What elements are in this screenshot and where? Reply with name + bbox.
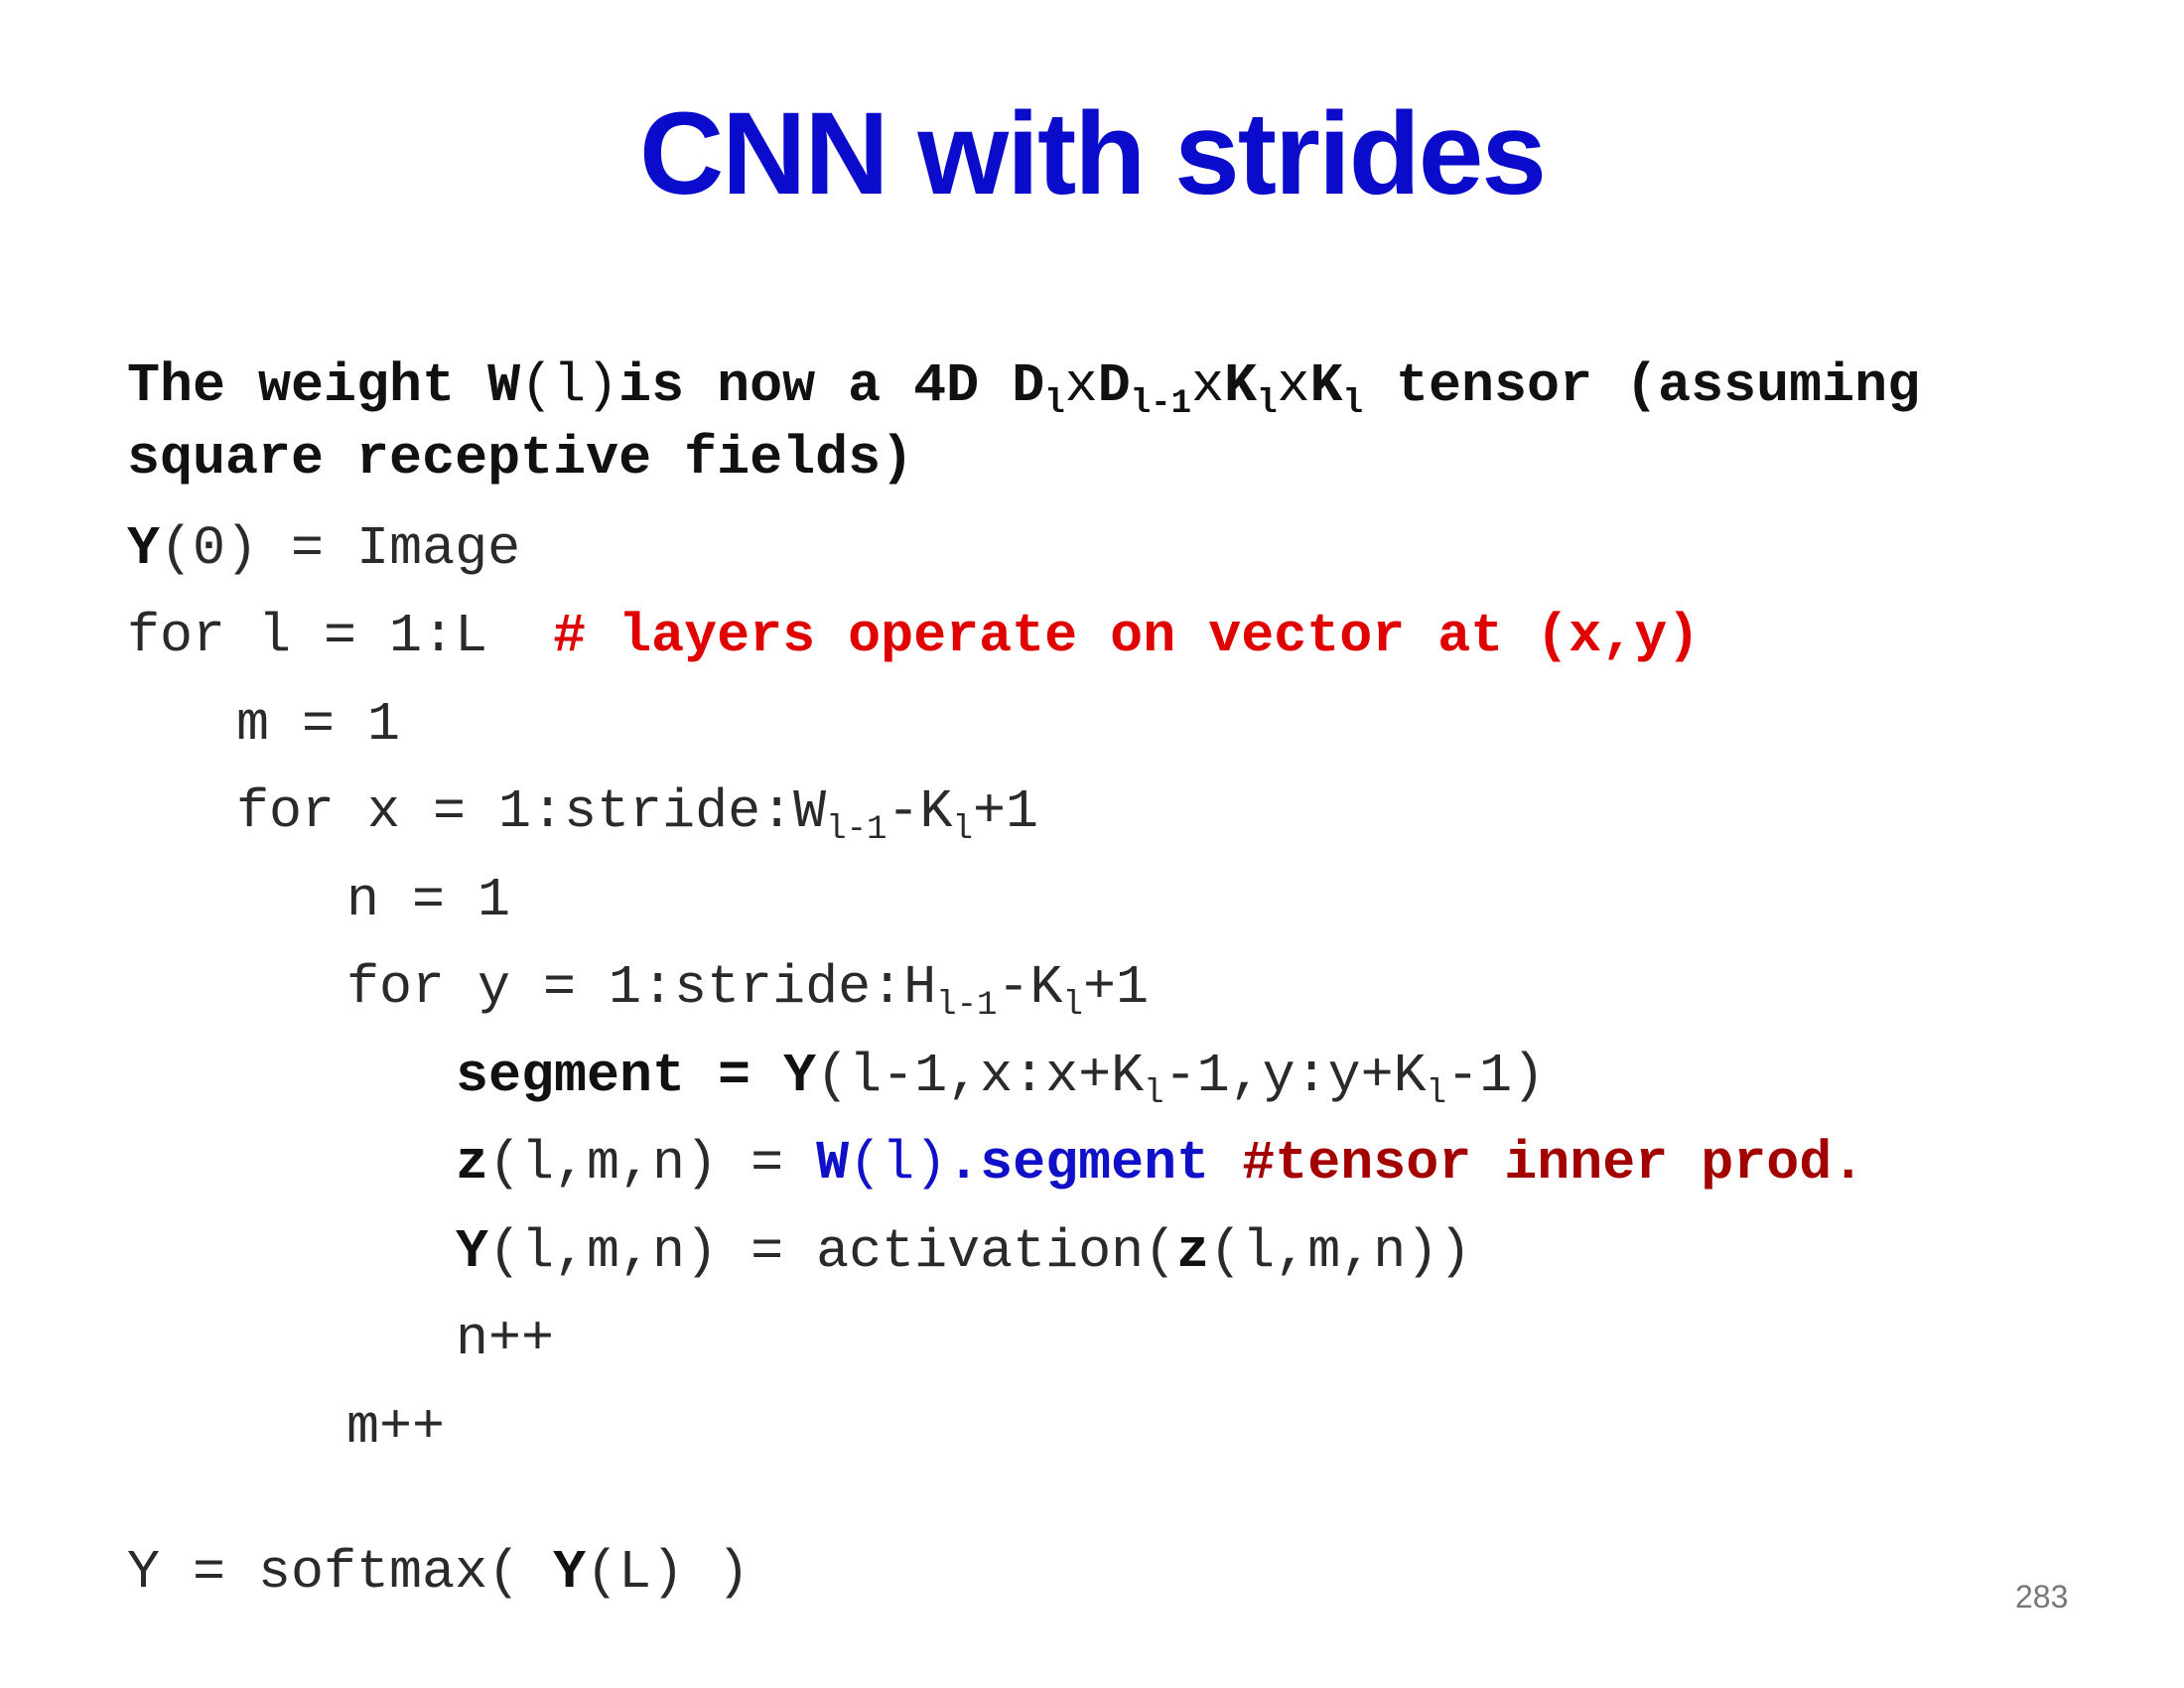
- code-text: m++: [346, 1396, 446, 1459]
- times-sign: x: [1064, 354, 1098, 417]
- dim-sub: l: [1342, 384, 1364, 423]
- dim-sub: l: [1257, 384, 1278, 423]
- dim-sub: l: [1044, 384, 1065, 423]
- page-number: 283: [2015, 1579, 2069, 1615]
- code-text: +1: [972, 780, 1038, 843]
- code-text: (l,m,n) = activation(: [488, 1220, 1177, 1283]
- times-sign: x: [1277, 354, 1310, 417]
- code-comment: # layers operate on vector at (x,y): [553, 605, 1701, 667]
- code-sub: l: [952, 810, 973, 849]
- code-sub: l-1: [826, 810, 887, 849]
- y-symbol: Y: [553, 1541, 587, 1604]
- code-line-12: Y = softmax( Y(L) ): [62, 1490, 750, 1600]
- code-text: (l,m,n)): [1209, 1220, 1472, 1283]
- dim-k: K: [1224, 354, 1258, 417]
- code-text: (L) ): [586, 1541, 751, 1604]
- code-text: Y = softmax(: [127, 1541, 554, 1604]
- code-text: -K: [887, 780, 953, 843]
- times-sign: x: [1191, 354, 1225, 417]
- intro-text: tensor (assuming: [1363, 354, 1921, 417]
- code-text: n++: [456, 1308, 555, 1370]
- dim-d: D: [1012, 354, 1045, 417]
- dim-k: K: [1309, 354, 1343, 417]
- dim-d: D: [1097, 354, 1131, 417]
- code-line-11: m++: [281, 1345, 445, 1455]
- dim-sub: l-1: [1130, 384, 1192, 423]
- slide-title: CNN with strides: [638, 88, 1547, 219]
- z-symbol: z: [1176, 1220, 1210, 1283]
